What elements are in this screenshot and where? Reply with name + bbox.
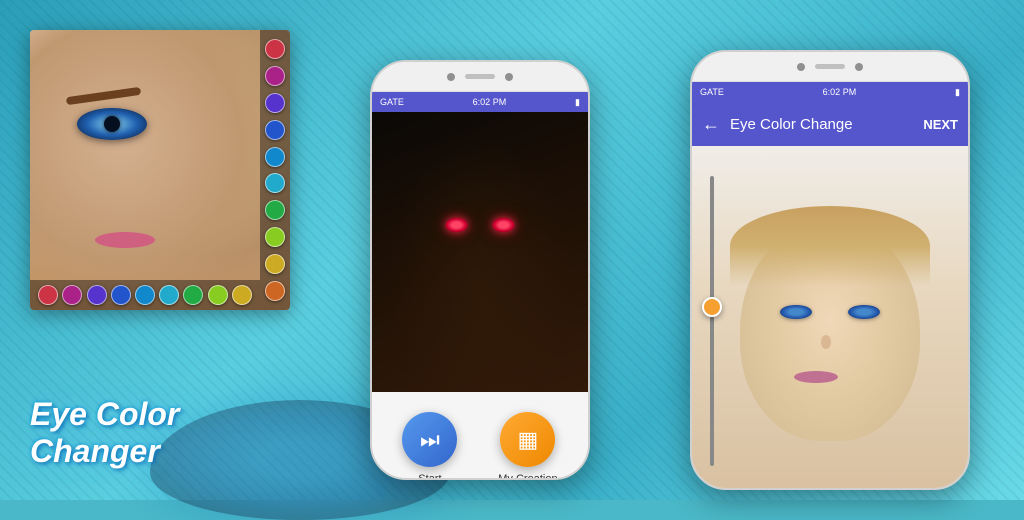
color-red[interactable] — [265, 39, 285, 59]
red-eye-left — [446, 218, 468, 232]
phone-right-screen — [692, 146, 968, 490]
right-battery: ▮ — [955, 87, 960, 98]
color-h8[interactable] — [208, 285, 228, 305]
phone-top-bezel — [372, 62, 588, 92]
phone-speaker — [465, 74, 495, 79]
color-indigo[interactable] — [265, 93, 285, 113]
status-bar-right: GATE 6:02 PM ▮ — [692, 82, 968, 102]
left-face-panel — [30, 30, 290, 310]
creation-icon: ▦ — [518, 427, 539, 453]
color-lime[interactable] — [265, 227, 285, 247]
phone-right: GATE 6:02 PM ▮ ← Eye Color Change NEXT — [690, 50, 970, 490]
woman-head — [740, 221, 920, 441]
phone-right-body: GATE 6:02 PM ▮ ← Eye Color Change NEXT — [690, 50, 970, 490]
app-title: Eye Color Changer — [30, 396, 179, 470]
woman-lips — [794, 371, 838, 383]
start-icon: ⏭ — [420, 427, 440, 453]
my-creation-button-container[interactable]: ▦ My Creation — [498, 412, 557, 480]
next-button[interactable]: NEXT — [923, 117, 958, 132]
status-bar-middle: GATE 6:02 PM ▮ — [372, 92, 588, 112]
horizontal-color-palette — [30, 280, 260, 310]
phone-middle: GATE 6:02 PM ▮ ⏭ Start ▦ — [370, 60, 590, 480]
red-eyes — [446, 218, 515, 232]
woman-eye-right — [848, 305, 880, 319]
face-image — [30, 30, 290, 310]
app-title-text: Eye Color Changer — [30, 396, 179, 470]
vertical-color-palette — [260, 30, 290, 310]
back-button[interactable]: ← — [702, 114, 720, 135]
color-light-blue[interactable] — [265, 147, 285, 167]
color-h2[interactable] — [62, 285, 82, 305]
color-h5[interactable] — [135, 285, 155, 305]
phone-middle-body: GATE 6:02 PM ▮ ⏭ Start ▦ — [370, 60, 590, 480]
phone-camera-2 — [505, 73, 513, 81]
color-purple[interactable] — [265, 66, 285, 86]
carrier-text: GATE — [380, 97, 404, 107]
woman-eye-left — [780, 305, 812, 319]
start-label: Start — [418, 473, 441, 480]
phone-right-top-bezel — [692, 52, 968, 82]
phone-right-camera — [797, 63, 805, 71]
woman-hair — [730, 206, 930, 286]
woman-face — [692, 146, 968, 490]
color-h1[interactable] — [38, 285, 58, 305]
my-creation-label: My Creation — [498, 473, 557, 480]
my-creation-button[interactable]: ▦ — [500, 412, 555, 467]
red-eye-right — [493, 218, 515, 232]
color-h6[interactable] — [159, 285, 179, 305]
color-blue[interactable] — [265, 120, 285, 140]
color-h9[interactable] — [232, 285, 252, 305]
face-simulation — [30, 30, 290, 310]
color-green[interactable] — [265, 200, 285, 220]
color-h4[interactable] — [111, 285, 131, 305]
phone-right-camera-2 — [855, 63, 863, 71]
header-title: Eye Color Change — [730, 116, 913, 133]
start-button[interactable]: ⏭ — [402, 412, 457, 467]
color-orange[interactable] — [265, 281, 285, 301]
woman-nose — [821, 335, 831, 349]
phone-camera — [447, 73, 455, 81]
battery-icon: ▮ — [575, 97, 580, 108]
phone-middle-screen — [372, 112, 588, 392]
time-text: 6:02 PM — [473, 97, 507, 107]
color-h7[interactable] — [183, 285, 203, 305]
right-time: 6:02 PM — [823, 87, 857, 97]
right-carrier: GATE — [700, 87, 724, 97]
app-header: ← Eye Color Change NEXT — [692, 102, 968, 146]
start-button-container[interactable]: ⏭ Start — [402, 412, 457, 480]
veil-overlay — [372, 112, 588, 392]
phone-bottom-area: ⏭ Start ▦ My Creation — [372, 392, 588, 480]
color-h3[interactable] — [87, 285, 107, 305]
color-cyan[interactable] — [265, 173, 285, 193]
color-yellow[interactable] — [265, 254, 285, 274]
phone-right-speaker — [815, 64, 845, 69]
